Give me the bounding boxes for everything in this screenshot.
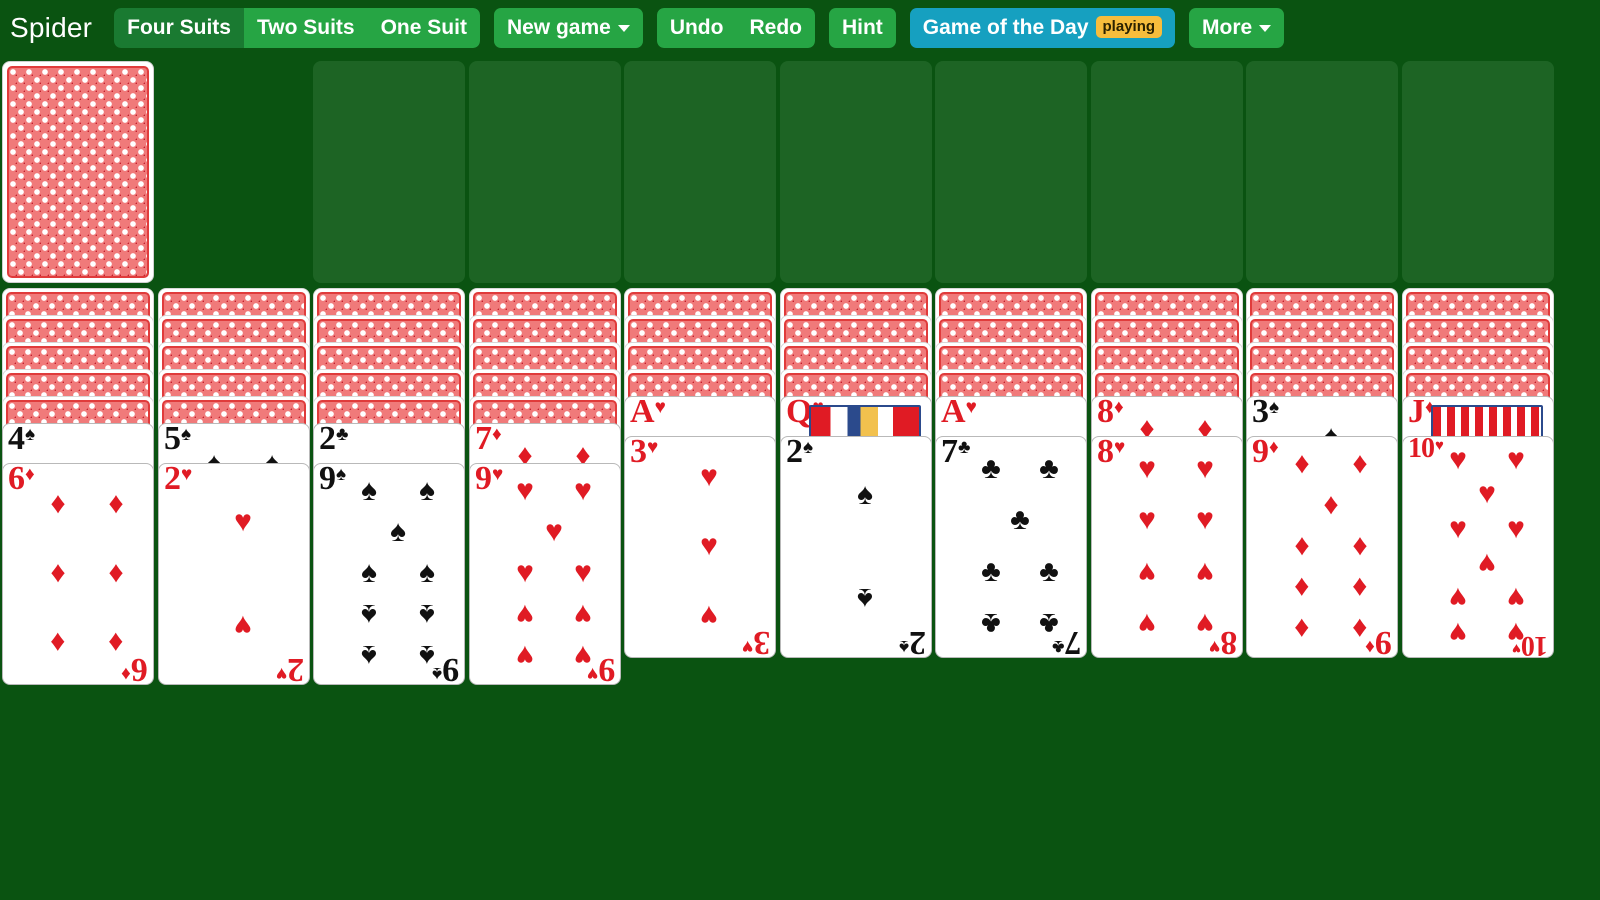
undo-button[interactable]: Undo bbox=[656, 8, 737, 48]
pip-layout: ♦ ♦ ♦ ♦ ♦ ♦ bbox=[50, 487, 124, 659]
suit-mode-four-suits[interactable]: Four Suits bbox=[114, 8, 244, 48]
undo-redo-group: Undo Redo bbox=[656, 8, 815, 48]
suit-mode-one-suit[interactable]: One Suit bbox=[367, 8, 480, 48]
foundation-slot-5[interactable] bbox=[935, 61, 1087, 283]
top-row bbox=[0, 56, 1600, 288]
pip-layout: ♥ ♥ ♥ bbox=[700, 460, 718, 632]
foundation-slot-6[interactable] bbox=[1091, 61, 1243, 283]
foundation-slot-8[interactable] bbox=[1402, 61, 1554, 283]
card-back-pattern bbox=[7, 66, 149, 278]
suit-mode-two-suits-label: Two Suits bbox=[256, 15, 355, 39]
redo-label: Redo bbox=[749, 15, 802, 39]
game-of-the-day-button[interactable]: Game of the Day playing bbox=[909, 8, 1176, 48]
card-corner-br: 10 ♥ bbox=[1512, 630, 1548, 658]
pip-layout: ♦ ♦ ♦ ♦ ♦ ♦ ♦ ♦ ♦ bbox=[1294, 446, 1368, 646]
suit-mode-group: Four Suits Two Suits One Suit bbox=[114, 8, 480, 48]
pip-layout: ♣ ♣ ♣ ♣ ♣ ♣ ♣ bbox=[981, 451, 1059, 641]
card-corner-tl: 9 ♦ bbox=[1252, 436, 1279, 470]
card-corner-tl: 9 ♥ bbox=[475, 463, 504, 497]
more-label: More bbox=[1202, 15, 1253, 39]
card-9-spades[interactable]: 9 ♠ ♠ ♠ ♠ ♠ ♠ ♠ ♠ ♠ ♠ 9 ♠ bbox=[313, 463, 465, 685]
game-of-the-day-label: Game of the Day bbox=[922, 15, 1089, 39]
foundation-slot-7[interactable] bbox=[1246, 61, 1398, 283]
undo-label: Undo bbox=[669, 15, 724, 39]
card-2-spades[interactable]: 2 ♠ ♠ ♠ 2 ♠ bbox=[780, 436, 932, 658]
redo-button[interactable]: Redo bbox=[736, 8, 815, 48]
card-9-diamonds[interactable]: 9 ♦ ♦ ♦ ♦ ♦ ♦ ♦ ♦ ♦ ♦ 9 ♦ bbox=[1246, 436, 1398, 658]
card-corner-tl: 2 ♥ bbox=[164, 463, 193, 497]
card-corner-tl: 3 ♠ bbox=[1252, 396, 1280, 430]
card-corner-br: 2 ♠ bbox=[898, 624, 926, 658]
card-3-hearts[interactable]: 3 ♥ ♥ ♥ ♥ 3 ♥ bbox=[624, 436, 776, 658]
hint-label: Hint bbox=[841, 15, 883, 39]
card-corner-br: 2 ♥ bbox=[275, 651, 304, 685]
new-game-button[interactable]: New game bbox=[493, 8, 643, 48]
pip-layout: ♥ ♥ bbox=[234, 504, 252, 642]
card-corner-br: 6 ♦ bbox=[121, 651, 148, 685]
app-title: Spider bbox=[10, 12, 93, 43]
card-8-hearts[interactable]: 8 ♥ ♥ ♥ ♥ ♥ ♥ ♥ ♥ ♥ 8 ♥ bbox=[1091, 436, 1243, 658]
card-corner-tl: A ♥ bbox=[630, 396, 666, 430]
card-corner-tl: 7 ♣ bbox=[941, 436, 971, 470]
card-corner-tl: 4 ♠ bbox=[8, 423, 36, 457]
status-badge: playing bbox=[1095, 16, 1163, 38]
card-corner-tl: 8 ♥ bbox=[1097, 436, 1126, 470]
card-corner-tl: 8 ♦ bbox=[1097, 396, 1124, 430]
stock-pile[interactable] bbox=[2, 61, 154, 283]
card-corner-tl: 2 ♣ bbox=[319, 423, 349, 457]
pip-layout: ♠ ♠ bbox=[857, 477, 873, 615]
game-board: 4♠♠♠♠♠6♦♦♦♦♦♦♦6♦5♠♠♠♠♠♠2♥♥♥2♥2♣♣♣9♠♠♠♠♠♠… bbox=[0, 56, 1600, 900]
card-corner-br: 9 ♠ bbox=[431, 651, 459, 685]
card-corner-br: 9 ♦ bbox=[1365, 624, 1392, 658]
hint-button[interactable]: Hint bbox=[828, 8, 896, 48]
card-10-hearts[interactable]: 10 ♥ ♥ ♥ ♥ ♥ ♥ ♥ ♥ ♥ ♥ ♥ 10 ♥ bbox=[1402, 436, 1554, 658]
suit-mode-one-suit-label: One Suit bbox=[380, 15, 467, 39]
card-6-diamonds[interactable]: 6 ♦ ♦ ♦ ♦ ♦ ♦ ♦ 6 ♦ bbox=[2, 463, 154, 685]
new-game-label: New game bbox=[506, 15, 611, 39]
card-9-hearts[interactable]: 9 ♥ ♥ ♥ ♥ ♥ ♥ ♥ ♥ ♥ ♥ 9 ♥ bbox=[469, 463, 621, 685]
foundation-slot-2[interactable] bbox=[469, 61, 621, 283]
chevron-down-icon bbox=[617, 25, 630, 32]
card-corner-tl: 5 ♠ bbox=[164, 423, 192, 457]
card-corner-tl: 2 ♠ bbox=[786, 436, 814, 470]
card-corner-br: 7 ♣ bbox=[1051, 624, 1081, 658]
card-corner-br: 8 ♥ bbox=[1208, 624, 1237, 658]
chevron-down-icon bbox=[1259, 25, 1272, 32]
toolbar: Spider Four Suits Two Suits One Suit New… bbox=[0, 0, 1600, 56]
suit-mode-four-suits-label: Four Suits bbox=[127, 15, 231, 39]
card-corner-tl: 3 ♥ bbox=[630, 436, 659, 470]
pip-layout: ♥ ♥ ♥ ♥ ♥ ♥ ♥ ♥ bbox=[1138, 451, 1214, 641]
card-7-clubs[interactable]: 7 ♣ ♣ ♣ ♣ ♣ ♣ ♣ ♣ 7 ♣ bbox=[935, 436, 1087, 658]
more-button[interactable]: More bbox=[1189, 8, 1285, 48]
foundation-slot-4[interactable] bbox=[780, 61, 932, 283]
suit-mode-two-suits[interactable]: Two Suits bbox=[243, 8, 368, 48]
card-corner-tl: 9 ♠ bbox=[319, 463, 347, 497]
card-corner-tl: 6 ♦ bbox=[8, 463, 35, 497]
foundation-slot-3[interactable] bbox=[624, 61, 776, 283]
card-corner-tl: 7 ♦ bbox=[475, 423, 502, 457]
card-corner-br: 3 ♥ bbox=[741, 624, 770, 658]
pip-layout: ♠ ♠ ♠ ♠ ♠ ♠ ♠ ♠ ♠ bbox=[361, 473, 435, 673]
card-corner-br: 9 ♥ bbox=[586, 651, 615, 685]
card-2-hearts[interactable]: 2 ♥ ♥ ♥ 2 ♥ bbox=[158, 463, 310, 685]
card-corner-tl: A ♥ bbox=[941, 396, 977, 430]
pip-layout: ♥ ♥ ♥ ♥ ♥ ♥ ♥ ♥ ♥ bbox=[516, 473, 592, 673]
foundation-slot-1[interactable] bbox=[313, 61, 465, 283]
card-corner-tl: 10 ♥ bbox=[1408, 436, 1444, 464]
pip-layout: ♥ ♥ ♥ ♥ ♥ ♥ ♥ ♥ ♥ ♥ bbox=[1449, 443, 1525, 649]
